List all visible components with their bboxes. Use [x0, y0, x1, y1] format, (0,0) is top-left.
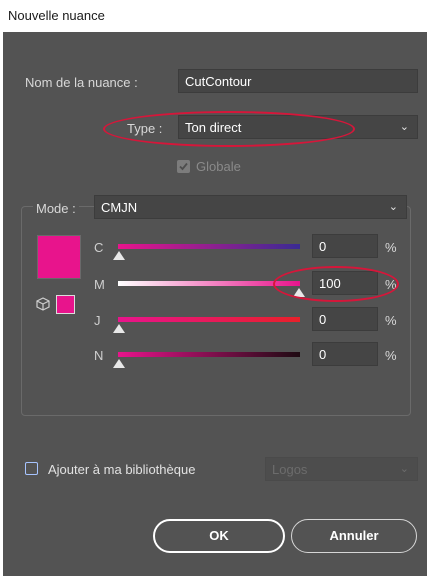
global-checkbox[interactable] — [177, 160, 190, 173]
mode-label: Mode : — [33, 201, 79, 216]
window-title: Nouvelle nuance — [8, 8, 105, 23]
slider-thumb-n[interactable] — [113, 359, 125, 368]
library-select-value: Logos — [272, 462, 308, 477]
annotation-circle-type — [103, 111, 355, 147]
input-n[interactable]: 0 — [312, 342, 378, 366]
percent-n: % — [385, 348, 397, 363]
input-c[interactable]: 0 — [312, 234, 378, 258]
mode-value: CMJN — [101, 200, 138, 215]
channel-letter-c: C — [94, 240, 104, 255]
value-n: 0 — [319, 347, 327, 362]
cancel-button[interactable]: Annuler — [291, 519, 417, 553]
input-j[interactable]: 0 — [312, 307, 378, 331]
ok-button[interactable]: OK — [153, 519, 285, 553]
cube-icon — [35, 296, 51, 312]
channel-letter-m: M — [94, 277, 105, 292]
channel-letter-j: J — [94, 313, 101, 328]
checkmark-icon — [179, 162, 188, 171]
out-of-gamut-swatch[interactable] — [56, 295, 75, 314]
slider-thumb-c[interactable] — [113, 251, 125, 260]
swatch-name-input[interactable]: CutContour — [178, 69, 418, 93]
chevron-down-icon: ⌄ — [399, 121, 409, 133]
percent-j: % — [385, 313, 397, 328]
chevron-down-icon: ⌄ — [399, 463, 409, 475]
slider-track-n[interactable] — [118, 352, 300, 357]
slider-thumb-j[interactable] — [113, 324, 125, 333]
add-to-library-checkbox[interactable] — [25, 462, 38, 475]
chevron-down-icon: ⌄ — [388, 201, 398, 213]
value-c: 0 — [319, 239, 327, 254]
color-preview-swatch — [37, 235, 81, 279]
title-bar: Nouvelle nuance — [0, 0, 427, 32]
annotation-circle-m — [273, 266, 399, 302]
global-label: Globale — [196, 159, 241, 174]
slider-track-c[interactable] — [118, 244, 300, 249]
mode-select[interactable]: CMJN ⌄ — [94, 195, 407, 219]
slider-track-j[interactable] — [118, 317, 300, 322]
value-j: 0 — [319, 312, 327, 327]
percent-c: % — [385, 240, 397, 255]
add-to-library-label: Ajouter à ma bibliothèque — [48, 462, 196, 477]
new-swatch-dialog: Nom de la nuance : CutContour Type : Ton… — [3, 32, 427, 576]
swatch-name-value: CutContour — [185, 74, 252, 89]
channel-letter-n: N — [94, 348, 104, 363]
swatch-name-label: Nom de la nuance : — [25, 75, 138, 90]
library-select[interactable]: Logos ⌄ — [265, 457, 418, 481]
